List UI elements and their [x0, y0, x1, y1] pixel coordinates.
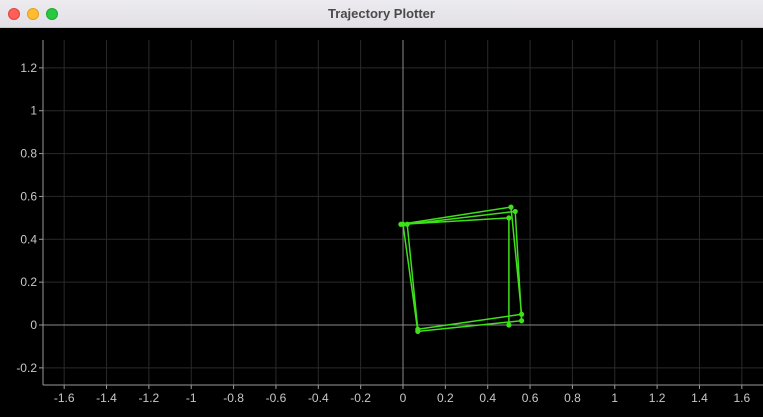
x-tick-label: 0.2 — [437, 391, 454, 405]
trajectory-point — [518, 311, 525, 317]
y-tick-label: 1.2 — [20, 61, 37, 75]
x-tick-label: 0.4 — [479, 391, 496, 405]
trajectory-point — [518, 318, 525, 324]
x-tick-label: 0.8 — [564, 391, 581, 405]
y-tick-label: 0.6 — [20, 189, 37, 203]
x-tick-label: -0.2 — [350, 391, 371, 405]
y-tick-label: 1 — [30, 104, 37, 118]
trajectory-point — [506, 322, 512, 328]
trajectory-point — [508, 204, 514, 210]
x-tick-label: 0.6 — [522, 391, 539, 405]
y-tick-label: 0.4 — [20, 232, 37, 246]
window-title: Trajectory Plotter — [328, 6, 435, 21]
x-tick-label: 1.2 — [649, 391, 666, 405]
x-tick-label: -1.2 — [139, 391, 160, 405]
trajectory-point — [415, 326, 421, 332]
chart-background — [0, 28, 763, 417]
x-tick-label: -0.6 — [266, 391, 287, 405]
trajectory-point — [512, 208, 518, 215]
x-tick-label: -1.6 — [54, 391, 75, 405]
y-tick-label: 0.2 — [20, 275, 37, 289]
x-tick-label: 0 — [400, 391, 407, 405]
y-tick-label: 0.8 — [20, 147, 37, 161]
x-tick-label: -0.4 — [308, 391, 329, 405]
y-tick-label: -0.2 — [16, 361, 37, 375]
x-tick-label: -1 — [186, 391, 197, 405]
trajectory-point — [404, 221, 410, 227]
trajectory-point — [506, 215, 512, 221]
title-bar[interactable]: Trajectory Plotter — [0, 0, 763, 28]
y-tick-label: 0 — [30, 318, 37, 332]
x-tick-label: 1 — [611, 391, 618, 405]
x-tick-label: -1.4 — [96, 391, 117, 405]
trajectory-chart[interactable]: -1.6 -1.4 -1.2 -1 -0.8 -0.6 -0.4 -0.2 0 0.2 0.4 0.6… — [0, 28, 763, 417]
plot-area[interactable]: -1.6 -1.4 -1.2 -1 -0.8 -0.6 -0.4 -0.2 0 0.2 0.4 0.6… — [0, 28, 763, 417]
x-tick-label: -0.8 — [223, 391, 244, 405]
x-tick-label: 1.4 — [691, 391, 708, 405]
x-tick-label: 1.6 — [733, 391, 750, 405]
trajectory-point — [398, 221, 404, 227]
app-window: Trajectory Plotter -1.6 -1.4 -1.2 -1 -0.8 -0.… — [0, 0, 763, 417]
